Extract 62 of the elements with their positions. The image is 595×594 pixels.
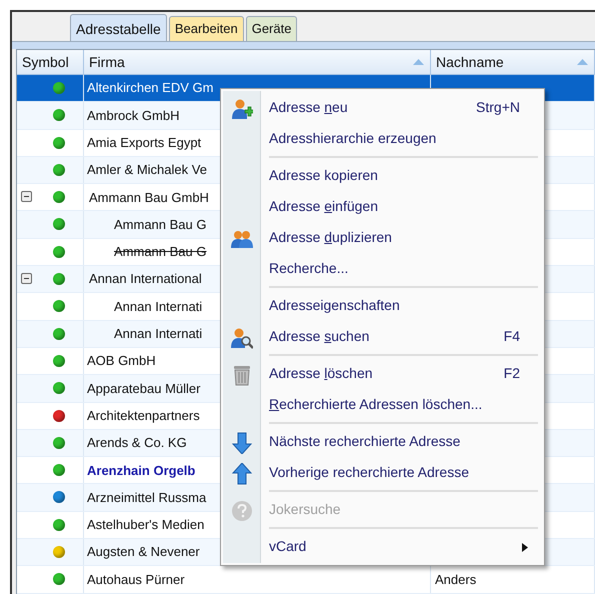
company-name: Arzneimittel Russma	[87, 488, 206, 507]
company-name: Annan Internati	[114, 298, 202, 316]
tab[interactable]: Adresstabelle	[70, 14, 167, 41]
menu-item[interactable]: Nächste recherchierte Adresse	[223, 426, 542, 457]
menu-item[interactable]: Adresse neu Strg+N	[223, 92, 542, 123]
menu-item[interactable]: Adresse duplizieren	[223, 222, 542, 253]
menu-item-label: Adresse neu	[269, 98, 349, 117]
company-name: Annan International	[89, 270, 202, 288]
menu-item[interactable]: Adresse einfügen	[223, 191, 542, 222]
company-name: AOB GmbH	[87, 352, 156, 370]
menu-item-label: Adresse einfügen	[269, 197, 379, 216]
company-name: Amler & Michalek Ve	[87, 161, 207, 180]
menu-item[interactable]: Vorherige recherchierte Adresse	[223, 457, 542, 488]
user-search-icon	[231, 327, 253, 349]
menu-item-label: Nächste recherchierte Adresse	[269, 432, 462, 451]
column-header[interactable]: Symbol	[17, 50, 84, 74]
company-name: Arenzhain Orgelb	[87, 462, 196, 480]
company-name: Ammann Bau G	[114, 243, 206, 262]
company-name: Arends & Co. KG	[87, 434, 187, 452]
column-header[interactable]: Firma	[84, 50, 431, 74]
help-icon	[231, 500, 253, 522]
tab[interactable]: Geräte	[246, 16, 298, 41]
trash-icon	[231, 364, 253, 386]
company-name: Ambrock GmbH	[87, 106, 180, 125]
up-arrow-icon	[231, 463, 253, 485]
menu-item-label: Recherche...	[269, 259, 350, 278]
menu-item-label: Adresse duplizieren	[269, 228, 393, 247]
tab[interactable]: Bearbeiten	[168, 16, 244, 41]
collapse-icon[interactable]	[21, 191, 32, 202]
menu-item[interactable]: Adresseigenschaften	[223, 290, 542, 321]
menu-item-label: Adresseigenschaften	[269, 296, 401, 315]
menu-item-label: Recherchierte Adressen löschen...	[269, 395, 484, 414]
company-name: Augsten & Nevener	[87, 543, 200, 562]
collapse-icon[interactable]	[21, 273, 32, 284]
menu-item[interactable]: Recherchierte Adressen löschen...	[223, 389, 542, 420]
menu-item[interactable]: Adresse suchen F4	[223, 321, 542, 352]
menu-item[interactable]: vCard	[223, 531, 542, 562]
column-header[interactable]: Nachname	[431, 50, 595, 74]
menu-item-label: Adresse suchen	[269, 327, 370, 346]
menu-item[interactable]: Adresse löschen F2	[223, 358, 542, 389]
menu-item-label: Vorherige recherchierte Adresse	[269, 463, 470, 482]
company-name: Autohaus Pürner	[87, 570, 185, 589]
menu-item[interactable]: Adresse kopieren	[223, 160, 542, 191]
menu-item[interactable]: Adresshierarchie erzeugen	[223, 123, 542, 154]
menu-item-label: Adresshierarchie erzeugen	[269, 129, 438, 148]
menu-item-label: Adresse löschen	[269, 364, 374, 383]
company-name: Ammann Bau G	[114, 216, 206, 234]
user-add-icon	[231, 98, 253, 120]
menu-item-label: Jokersuche	[269, 500, 342, 519]
company-name: Astelhuber's Medien	[87, 516, 204, 534]
company-name: Architektenpartners	[87, 406, 200, 425]
users-icon	[231, 228, 253, 250]
last-name: Anders	[435, 570, 476, 589]
menu-item-label: Adresse kopieren	[269, 166, 379, 185]
company-name: Amia Exports Egypt	[87, 134, 202, 152]
company-name: Annan Internati	[114, 325, 202, 344]
down-arrow-icon	[231, 432, 253, 454]
company-name: Apparatebau Müller	[87, 380, 200, 398]
company-name: Altenkirchen EDV Gm	[87, 79, 214, 98]
menu-item-label: vCard	[269, 537, 308, 556]
menu-item[interactable]: Recherche...	[223, 253, 542, 284]
company-name: Ammann Bau GmbH	[89, 188, 209, 207]
